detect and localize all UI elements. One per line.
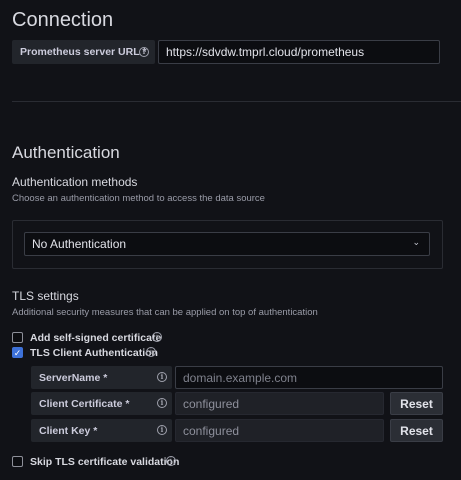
client-key-label: Client Key * i <box>31 419 172 442</box>
prometheus-url-value: https://sdvdw.tmprl.cloud/prometheus <box>166 45 365 59</box>
chevron-down-icon: ⌄ <box>412 237 420 247</box>
server-name-placeholder: domain.example.com <box>183 370 298 385</box>
skip-tls-label: Skip TLS certificate validation <box>30 456 180 468</box>
server-name-label-text: ServerName * <box>39 371 108 384</box>
client-cert-label-text: Client Certificate * <box>39 397 130 410</box>
client-cert-reset-button[interactable]: Reset <box>390 392 443 415</box>
info-icon[interactable]: i <box>146 347 156 357</box>
prometheus-url-label-text: Prometheus server URL * <box>20 46 147 58</box>
tls-settings-description: Additional security measures that can be… <box>12 307 318 318</box>
section-divider <box>12 101 461 102</box>
client-cert-label: Client Certificate * i <box>31 392 172 415</box>
client-cert-field: configured <box>175 392 384 415</box>
client-key-field: configured <box>175 419 384 442</box>
info-icon[interactable]: i <box>139 47 149 57</box>
client-cert-value: configured <box>183 396 240 411</box>
server-name-input[interactable]: domain.example.com <box>175 366 443 389</box>
tls-client-auth-checkbox[interactable]: ✓ <box>12 347 23 358</box>
client-key-label-text: Client Key * <box>39 424 98 437</box>
info-icon[interactable]: i <box>157 372 167 382</box>
info-icon[interactable]: i <box>157 425 167 435</box>
info-icon[interactable]: i <box>157 398 167 408</box>
info-icon[interactable]: i <box>166 456 176 466</box>
client-key-value: configured <box>183 423 240 438</box>
auth-method-selected: No Authentication <box>32 237 127 251</box>
checkmark-icon: ✓ <box>13 348 22 358</box>
tls-client-auth-label: TLS Client Authentication <box>30 347 158 359</box>
auth-methods-title: Authentication methods <box>12 175 138 189</box>
auth-method-select[interactable]: No Authentication ⌄ <box>24 232 430 256</box>
skip-tls-checkbox[interactable] <box>12 456 23 467</box>
prometheus-url-input[interactable]: https://sdvdw.tmprl.cloud/prometheus <box>158 40 440 64</box>
server-name-label: ServerName * i <box>31 366 172 389</box>
self-signed-checkbox[interactable] <box>12 332 23 343</box>
auth-methods-description: Choose an authentication method to acces… <box>12 193 265 204</box>
authentication-title: Authentication <box>12 143 120 162</box>
info-icon[interactable]: i <box>152 332 162 342</box>
connection-title: Connection <box>12 9 114 31</box>
tls-settings-title: TLS settings <box>12 289 79 303</box>
prometheus-url-label: Prometheus server URL * i <box>12 40 155 64</box>
client-key-reset-button[interactable]: Reset <box>390 419 443 442</box>
self-signed-label: Add self-signed certificate <box>30 332 162 344</box>
